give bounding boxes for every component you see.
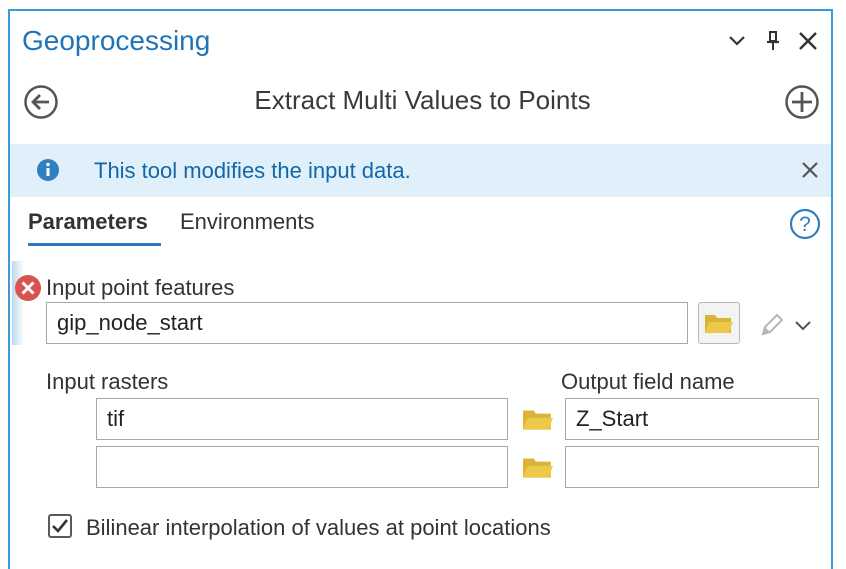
tab-environments[interactable]: Environments [180,209,315,235]
close-icon[interactable] [794,27,822,55]
output-field-name-1[interactable]: Z_Start [565,398,819,440]
output-field-name-label: Output field name [561,369,735,394]
tool-title: Extract Multi Values to Points [254,85,591,115]
input-rasters-label: Input rasters [46,369,169,394]
geoprocessing-pane: Geoprocessing Extract Multi Values to Po… [8,9,833,569]
pencil-dropdown-chevron-icon[interactable] [794,319,812,337]
banner-close-icon[interactable] [796,156,824,184]
tab-parameters[interactable]: Parameters [28,209,148,235]
folder-icon [705,315,733,333]
info-icon [36,158,60,187]
error-icon [14,274,42,307]
folder-icon[interactable] [522,454,554,485]
svg-text:?: ? [799,213,811,236]
pencil-icon[interactable] [758,311,786,344]
info-banner: This tool modifies the input data. [10,144,831,197]
add-button[interactable] [783,83,821,121]
input-raster-field-1[interactable]: tif [96,398,508,440]
help-icon[interactable]: ? [788,207,822,241]
bilinear-label[interactable]: Bilinear interpolation of values at poin… [86,515,551,541]
output-field-name-2[interactable] [565,446,819,488]
pane-title: Geoprocessing [22,25,211,56]
pin-icon[interactable] [759,27,787,55]
chevron-down-icon[interactable] [723,27,751,55]
banner-message: This tool modifies the input data. [94,158,411,183]
input-raster-field-2[interactable] [96,446,508,488]
input-point-features-field[interactable]: gip_node_start [46,302,688,344]
input-point-features-label: Input point features [46,275,235,300]
active-tab-underline [28,243,161,246]
checkmark-icon [52,519,69,533]
folder-icon[interactable] [522,406,554,437]
browse-point-features-button[interactable] [698,302,740,344]
add-circle-icon [785,85,819,119]
bilinear-checkbox[interactable] [48,514,72,538]
